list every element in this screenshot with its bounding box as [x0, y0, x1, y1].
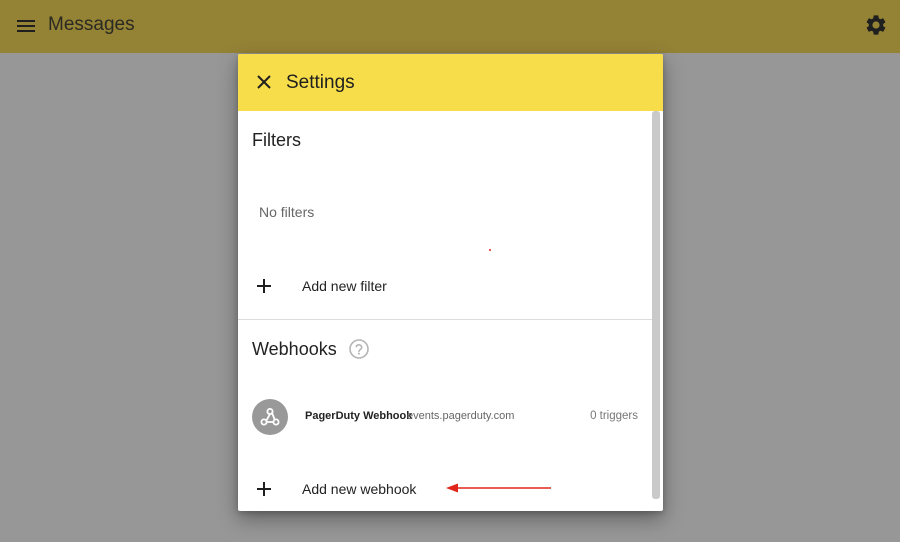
section-divider [238, 319, 652, 320]
add-webhook-label: Add new webhook [302, 481, 417, 497]
webhook-name: PagerDuty Webhook [305, 410, 413, 422]
plus-icon [252, 274, 276, 298]
add-filter-button[interactable]: Add new filter [238, 268, 652, 304]
add-filter-label: Add new filter [302, 278, 387, 294]
dialog-scrollbar[interactable] [652, 111, 660, 499]
webhook-trigger-count: 0 triggers [590, 410, 638, 422]
hamburger-menu-icon[interactable] [14, 14, 38, 38]
settings-dialog: Settings Filters No filters Add new filt… [238, 54, 663, 511]
plus-icon [252, 477, 276, 501]
gear-icon[interactable] [864, 13, 888, 37]
dialog-title: Settings [286, 72, 355, 93]
webhook-icon [252, 399, 288, 435]
close-icon[interactable] [252, 70, 276, 94]
app-bar: Messages [0, 0, 900, 53]
dialog-header: Settings [238, 54, 663, 111]
no-filters-text: No filters [259, 204, 315, 220]
app-title: Messages [48, 14, 135, 35]
webhook-list-item[interactable]: PagerDuty Webhook events.pagerduty.com 0… [238, 394, 652, 438]
webhooks-heading: Webhooks [252, 339, 337, 359]
webhook-host: events.pagerduty.com [407, 410, 515, 422]
annotation-dot [489, 249, 491, 251]
filters-heading: Filters [252, 130, 301, 150]
help-circle-icon[interactable] [348, 338, 370, 360]
annotation-arrow-icon [446, 483, 551, 493]
